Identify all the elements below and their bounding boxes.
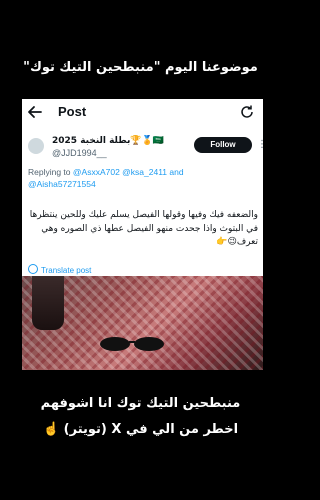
translate-post-link[interactable]: Translate post: [28, 264, 91, 275]
tweet-media-image[interactable]: [22, 276, 263, 370]
reply-context: Replying to @AsxxA702 @ksa_2411 and @Ais…: [28, 166, 258, 190]
globe-icon: [28, 264, 38, 274]
tweet-text: والضعفه فيك وفيها وقولها الفيصل يسلم علي…: [29, 210, 258, 247]
top-caption: موضوعنا اليوم "منبطحين التيك توك": [23, 60, 258, 75]
post-title: Post: [58, 104, 87, 119]
sunglasses-shape: [100, 337, 164, 351]
display-name[interactable]: بطلة النخبة 2025🏆🏅🇸🇦: [52, 136, 164, 146]
mention-link[interactable]: @Aisha57271554: [28, 179, 96, 189]
more-options-icon[interactable]: ⋮: [257, 139, 263, 150]
translate-label: Translate post: [41, 266, 92, 275]
refresh-icon[interactable]: [239, 104, 255, 120]
reply-prefix: Replying to: [28, 167, 71, 177]
follow-button[interactable]: Follow: [194, 137, 252, 153]
user-handle[interactable]: @JJD1994__: [52, 148, 107, 158]
avatar[interactable]: [28, 138, 44, 154]
post-header: Post: [22, 99, 263, 125]
bottom-caption: منبطحين التيك توك انا اشوفهم اخطر من الي…: [0, 391, 281, 443]
bottom-caption-line2: اخطر من الي في X (تويتر) ☝️: [42, 422, 239, 437]
back-arrow-icon[interactable]: [25, 102, 45, 122]
bottom-caption-line1: منبطحين التيك توك انا اشوفهم: [40, 396, 241, 411]
mention-links[interactable]: @AsxxA702 @ksa_2411 and: [73, 167, 184, 177]
bottle-shape: [32, 276, 64, 330]
tweet-screenshot-card: Post بطلة النخبة 2025🏆🏅🇸🇦 @JJD1994__ Fol…: [22, 99, 263, 370]
